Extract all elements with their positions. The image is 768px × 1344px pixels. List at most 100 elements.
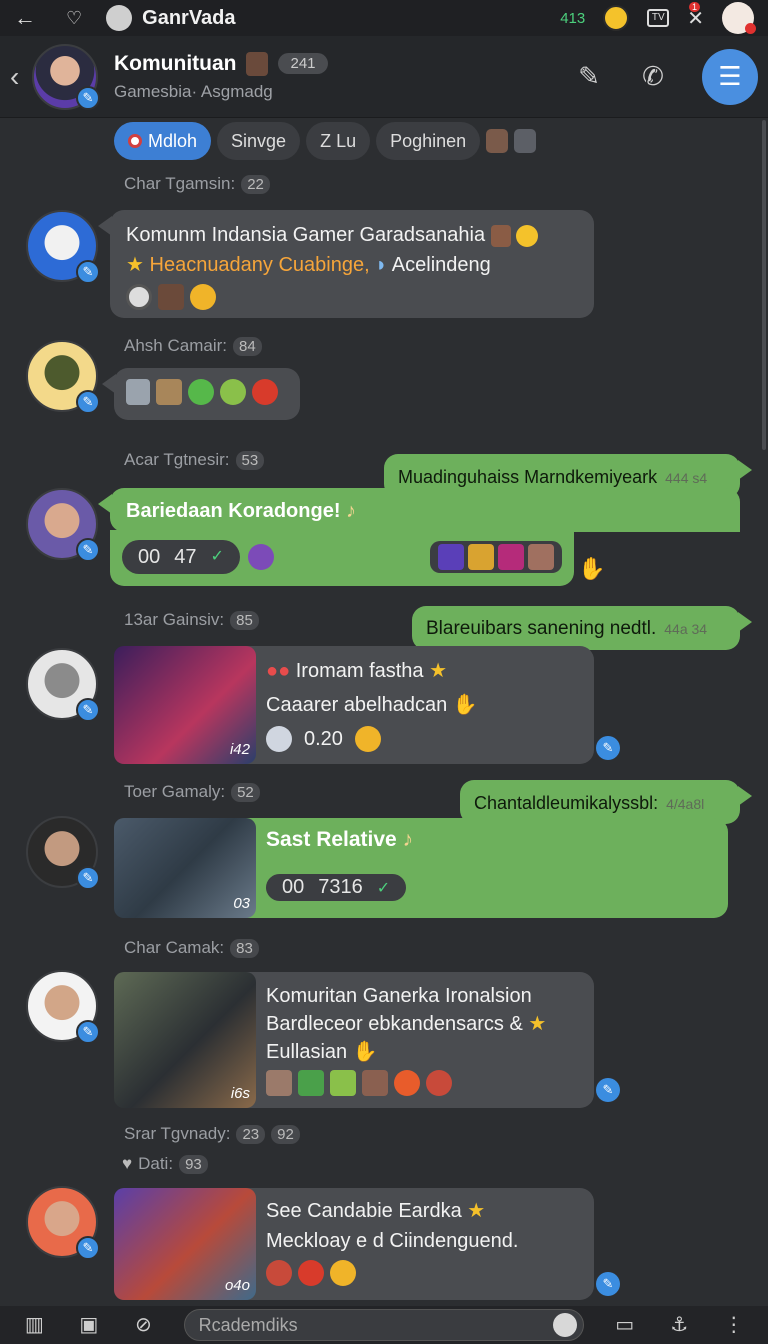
burger-icon[interactable] [426, 1070, 452, 1096]
heart-icon[interactable]: ♡ [66, 8, 82, 29]
steam-icon[interactable] [126, 284, 152, 310]
attach-icon[interactable]: ⊘ [129, 1312, 158, 1338]
message-text: Blareuibars sanening nedtl. [426, 618, 657, 639]
media-strip[interactable] [430, 541, 562, 573]
sword-icon[interactable] [266, 1260, 292, 1286]
member-thumb-icon [246, 51, 269, 76]
person-icon[interactable] [158, 284, 184, 310]
phone-icon[interactable]: ✆ [638, 61, 668, 92]
sub-badge: 93 [179, 1154, 208, 1174]
message-text: Chantaldleumikalyssbl: [474, 793, 659, 813]
gun-icon[interactable] [126, 379, 150, 405]
chip-poghinen[interactable]: Poghinen [376, 122, 481, 160]
message-line: Iromam fastha [295, 660, 424, 682]
message-text: Muadinguhaiss Marndkemiyeark [398, 467, 658, 487]
coin-icon[interactable] [190, 284, 216, 310]
sender-avatar[interactable]: ✎ [26, 1186, 100, 1260]
message-title-row: Sast Relative ♪ [266, 828, 413, 852]
media-thumbnail[interactable]: i6s [114, 972, 256, 1108]
back-arrow-icon[interactable]: ← [14, 5, 36, 31]
apple-icon[interactable] [252, 379, 278, 405]
check-icon[interactable] [330, 1070, 356, 1096]
profile-avatar[interactable] [722, 2, 756, 34]
media-thumbnail[interactable]: o4o [114, 1188, 256, 1300]
message-text-block: See Candabie Eardka ★ Meckloay e d Ciind… [266, 1196, 518, 1286]
header-title-row: Komunituan 241 [114, 51, 328, 76]
edit-icon[interactable]: ✎ [574, 61, 604, 92]
message-title: Bariedaan Koradonge! [126, 500, 341, 522]
apple-icon[interactable] [394, 1070, 420, 1096]
group-avatar[interactable]: ✎ [32, 43, 100, 110]
chip-dot-icon [128, 134, 142, 148]
soldier-icon[interactable] [298, 1070, 324, 1096]
emoji-icon[interactable] [553, 1313, 578, 1337]
header-subtitle: Gamesbia· Asgmadg [114, 81, 273, 101]
cross-icon[interactable] [298, 1260, 324, 1286]
sender-avatar[interactable]: ✎ [26, 648, 100, 722]
message-line: Bardleceor ebkandensarcs & [266, 1013, 523, 1035]
message-time: 444 s4 [665, 470, 708, 486]
menu-button[interactable]: ☰ [702, 48, 758, 105]
media-thumbnail[interactable]: i42 [114, 646, 256, 764]
message-line-2: ★ Heacnuadany Cuabinge, ◗ Acelindeng [126, 250, 578, 280]
camera-icon[interactable]: ▭ [610, 1312, 639, 1338]
message-bubble[interactable]: Komunm Indansia Gamer Garadsanahia ★ Hea… [98, 210, 594, 318]
verified-icon: ✎ [76, 85, 100, 110]
status-count: 413 [560, 9, 586, 27]
message-line: Meckloay e d Ciindenguend. [266, 1230, 519, 1252]
verified-icon: ✎ [76, 1020, 100, 1044]
chip-sinvge[interactable]: Sinvge [217, 122, 301, 160]
sticker-icon[interactable]: ▣ [75, 1312, 104, 1338]
game-icon[interactable] [247, 544, 274, 570]
chip-mdloh[interactable]: Mdloh [114, 122, 212, 160]
sender-avatar[interactable]: ✎ [26, 970, 100, 1044]
user-thumb-icon[interactable] [486, 129, 509, 153]
share-icon[interactable]: ✎ [596, 1272, 620, 1296]
chip-zlu[interactable]: Z Lu [306, 122, 371, 160]
grid-icon[interactable]: ▥ [20, 1312, 49, 1338]
person-icon[interactable] [362, 1070, 388, 1096]
sender-meta: Srar Tgvnady: 23 92 [124, 1124, 300, 1144]
message-bubble[interactable]: Bariedaan Koradonge! ♪ [98, 488, 740, 532]
scrollbar[interactable] [762, 120, 766, 450]
share-icon[interactable]: ✎ [596, 1078, 620, 1102]
stat-value: 00 [282, 876, 305, 898]
media-thumbnail[interactable]: 03 [114, 818, 256, 918]
coin-icon[interactable] [330, 1260, 356, 1286]
message-bubble[interactable] [102, 368, 300, 420]
message-line: See Candabie Eardka [266, 1200, 462, 1222]
header-text: Komunituan 241 Gamesbia· Asgmadg [114, 51, 328, 102]
sender-avatar[interactable]: ✎ [26, 210, 100, 284]
sender-meta: Toer Gamaly: 52 [124, 782, 260, 802]
value-text: 0.20 [304, 728, 343, 750]
sender-avatar[interactable]: ✎ [26, 488, 100, 562]
smiley-icon [516, 224, 539, 247]
stats-row: 00 7316 ✓ [266, 874, 407, 901]
chip-label: Poghinen [390, 130, 467, 151]
sender-avatar[interactable]: ✎ [26, 816, 100, 890]
sender-meta: 13ar Gainsiv: 85 [124, 610, 259, 630]
check-icon: ✓ [210, 548, 224, 565]
message-line: Acelindeng [391, 254, 491, 276]
more-icon[interactable]: ⋮ [720, 1312, 749, 1338]
tv-icon: TV [647, 9, 670, 27]
mic-icon[interactable]: ⚓ [665, 1312, 694, 1338]
person-icon[interactable] [266, 1070, 292, 1096]
stats-pill[interactable]: 00 7316 ✓ [266, 874, 407, 901]
message-line-3: Eullasian ✋ [266, 1038, 546, 1066]
melon-icon[interactable] [220, 379, 246, 405]
thumb-icon: ✋ [578, 556, 606, 581]
grenade-icon[interactable] [188, 379, 214, 405]
soldier-icon[interactable] [156, 379, 182, 405]
group-thumb-icon[interactable] [514, 129, 537, 153]
message-input[interactable]: Rcademdiks [183, 1309, 585, 1341]
message-time: 44a 34 [664, 621, 708, 637]
sender-badge: 53 [235, 450, 265, 470]
back-icon[interactable]: ‹ [10, 61, 32, 93]
sender-badge: 52 [231, 782, 260, 802]
stats-pill[interactable]: 00 47 ✓ [122, 540, 240, 574]
sender-badge-2: 92 [271, 1124, 300, 1144]
outgoing-bubble[interactable]: Blareuibars sanening nedtl. 44a 34 [412, 606, 752, 650]
share-icon[interactable]: ✎ [596, 736, 620, 760]
sender-avatar[interactable]: ✎ [26, 340, 100, 414]
